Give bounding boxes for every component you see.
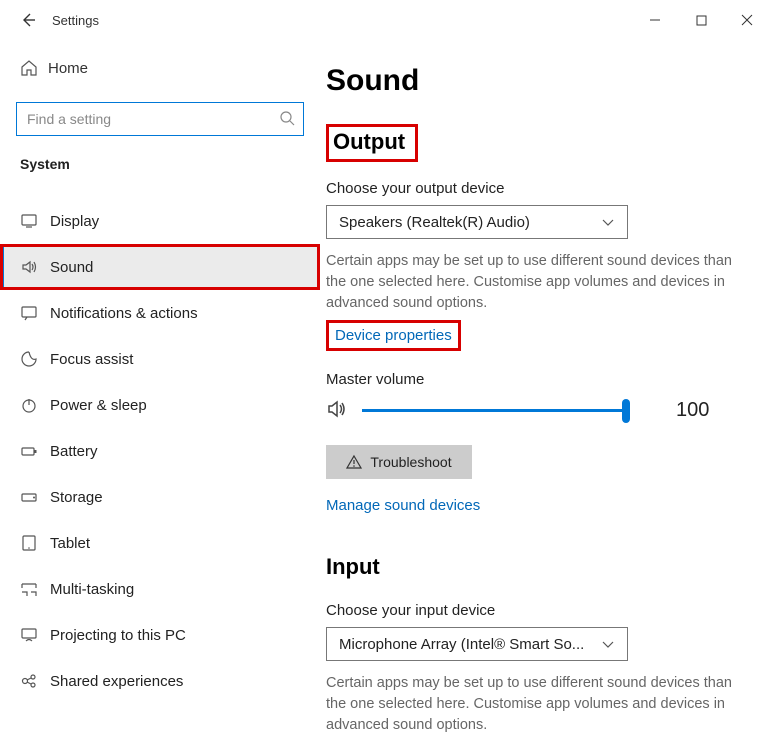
focus-assist-icon (20, 350, 50, 368)
power-icon (20, 396, 50, 414)
sidebar: Home System Display Sound (0, 40, 320, 737)
input-helper-text: Certain apps may be set up to use differ… (326, 673, 736, 736)
content: Sound Output Choose your output device S… (320, 40, 770, 737)
sidebar-item-label: Storage (50, 489, 103, 506)
sidebar-item-tablet[interactable]: Tablet (0, 520, 320, 566)
sidebar-item-label: Sound (50, 259, 93, 276)
output-heading-highlight: Output (326, 124, 418, 162)
window-title: Settings (52, 13, 99, 28)
sidebar-item-projecting[interactable]: Projecting to this PC (0, 612, 320, 658)
sidebar-item-label: Display (50, 213, 99, 230)
notifications-icon (20, 304, 50, 322)
display-icon (20, 212, 50, 230)
sidebar-item-label: Shared experiences (50, 673, 183, 690)
sidebar-item-sound[interactable]: Sound (0, 244, 320, 290)
chevron-down-icon (601, 637, 615, 651)
tablet-icon (20, 534, 50, 552)
home-label: Home (48, 60, 88, 77)
home-nav[interactable]: Home (0, 48, 320, 88)
slider-thumb[interactable] (622, 399, 630, 423)
sidebar-item-label: Battery (50, 443, 98, 460)
master-volume-value: 100 (676, 399, 709, 422)
minimize-button[interactable] (632, 4, 678, 36)
search-icon (279, 110, 295, 129)
manage-sound-devices-link[interactable]: Manage sound devices (326, 497, 480, 514)
output-device-value: Speakers (Realtek(R) Audio) (339, 214, 530, 231)
sound-icon (20, 258, 50, 276)
troubleshoot-button[interactable]: Troubleshoot (326, 445, 472, 479)
maximize-button[interactable] (678, 4, 724, 36)
titlebar: Settings (0, 0, 770, 40)
output-helper-text: Certain apps may be set up to use differ… (326, 251, 736, 314)
search-input-wrap[interactable] (16, 102, 304, 136)
shared-icon (20, 672, 50, 690)
sidebar-item-label: Power & sleep (50, 397, 147, 414)
input-device-dropdown[interactable]: Microphone Array (Intel® Smart So... (326, 627, 628, 661)
chevron-down-icon (601, 215, 615, 229)
sidebar-item-label: Focus assist (50, 351, 133, 368)
sidebar-item-power-sleep[interactable]: Power & sleep (0, 382, 320, 428)
sidebar-item-label: Multi-tasking (50, 581, 134, 598)
sidebar-item-storage[interactable]: Storage (0, 474, 320, 520)
sidebar-item-label: Projecting to this PC (50, 627, 186, 644)
output-device-properties-link[interactable]: Device properties (326, 320, 461, 351)
sidebar-item-multitasking[interactable]: Multi-tasking (0, 566, 320, 612)
input-device-value: Microphone Array (Intel® Smart So... (339, 636, 584, 653)
home-icon (20, 59, 48, 77)
sidebar-item-focus-assist[interactable]: Focus assist (0, 336, 320, 382)
page-title: Sound (326, 64, 756, 98)
choose-output-label: Choose your output device (326, 180, 756, 197)
troubleshoot-label: Troubleshoot (370, 454, 451, 470)
sidebar-item-display[interactable]: Display (0, 198, 320, 244)
warning-icon (346, 454, 362, 470)
slider-track (362, 409, 630, 412)
input-heading: Input (326, 554, 380, 580)
battery-icon (20, 442, 50, 460)
close-icon (741, 14, 753, 26)
choose-input-label: Choose your input device (326, 602, 756, 619)
speaker-icon[interactable] (326, 398, 348, 423)
maximize-icon (696, 15, 707, 26)
output-device-dropdown[interactable]: Speakers (Realtek(R) Audio) (326, 205, 628, 239)
search-input[interactable] (25, 110, 279, 128)
sidebar-item-shared-experiences[interactable]: Shared experiences (0, 658, 320, 704)
master-volume-slider[interactable] (362, 399, 630, 423)
sidebar-item-notifications[interactable]: Notifications & actions (0, 290, 320, 336)
arrow-left-icon (20, 12, 36, 28)
sidebar-item-label: Notifications & actions (50, 305, 198, 322)
section-label: System (0, 156, 320, 180)
output-heading: Output (333, 129, 405, 155)
minimize-icon (649, 14, 661, 26)
sidebar-item-label: Tablet (50, 535, 90, 552)
back-button[interactable] (12, 4, 44, 36)
master-volume-label: Master volume (326, 371, 756, 388)
sidebar-item-battery[interactable]: Battery (0, 428, 320, 474)
multitask-icon (20, 580, 50, 598)
close-button[interactable] (724, 4, 770, 36)
storage-icon (20, 488, 50, 506)
projecting-icon (20, 626, 50, 644)
